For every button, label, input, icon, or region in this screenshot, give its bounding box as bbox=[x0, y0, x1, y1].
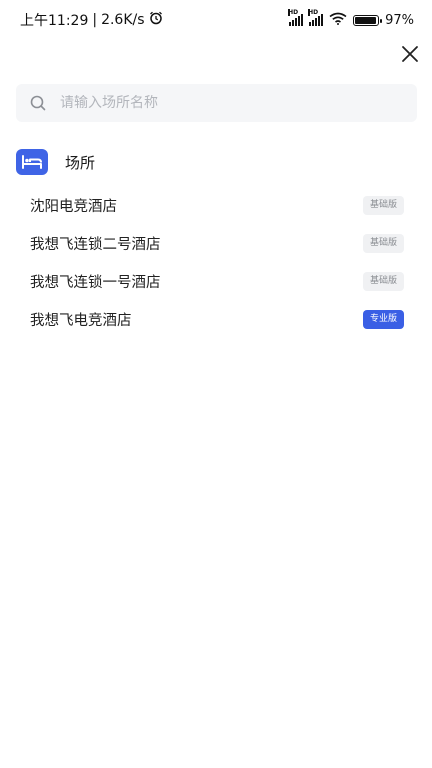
venue-name: 沈阳电竞酒店 bbox=[30, 198, 117, 215]
wifi-icon bbox=[329, 12, 347, 29]
list-item[interactable]: 我想飞连锁一号酒店 基础版 bbox=[0, 262, 432, 300]
alarm-icon bbox=[149, 11, 163, 29]
bed-icon bbox=[16, 149, 48, 175]
search-input[interactable] bbox=[60, 95, 380, 111]
venue-name: 我想飞连锁一号酒店 bbox=[30, 274, 161, 291]
venue-name: 我想飞电竞酒店 bbox=[30, 312, 132, 329]
edition-badge: 专业版 bbox=[362, 309, 404, 329]
status-bar: 上午11:29 | 2.6K/s HD HD 97% bbox=[0, 0, 432, 40]
search-bar[interactable] bbox=[16, 84, 417, 122]
list-item[interactable]: 我想飞连锁二号酒店 基础版 bbox=[0, 224, 432, 262]
status-right: HD HD 97% bbox=[288, 9, 414, 29]
status-left: 上午11:29 | 2.6K/s bbox=[20, 10, 163, 30]
close-icon bbox=[402, 46, 418, 62]
search-icon bbox=[30, 95, 46, 111]
section-header: 场所 bbox=[16, 148, 95, 176]
edition-badge: 基础版 bbox=[362, 233, 404, 253]
close-button[interactable] bbox=[396, 40, 424, 68]
battery-icon bbox=[353, 14, 383, 26]
signal-icon: HD bbox=[308, 9, 324, 26]
list-item[interactable]: 我想飞电竞酒店 专业版 bbox=[0, 300, 432, 338]
signal-icon: HD bbox=[288, 9, 304, 26]
edition-badge: 基础版 bbox=[362, 271, 404, 291]
venue-name: 我想飞连锁二号酒店 bbox=[30, 236, 161, 253]
network-speed: 2.6K/s bbox=[101, 12, 145, 28]
edition-badge: 基础版 bbox=[362, 195, 404, 215]
venue-list: 沈阳电竞酒店 基础版 我想飞连锁二号酒店 基础版 我想飞连锁一号酒店 基础版 我… bbox=[0, 186, 432, 338]
list-item[interactable]: 沈阳电竞酒店 基础版 bbox=[0, 186, 432, 224]
status-separator: | bbox=[92, 12, 98, 28]
section-title: 场所 bbox=[65, 153, 96, 172]
status-time: 上午11:29 bbox=[20, 13, 89, 29]
battery-percent: 97% bbox=[385, 12, 414, 28]
